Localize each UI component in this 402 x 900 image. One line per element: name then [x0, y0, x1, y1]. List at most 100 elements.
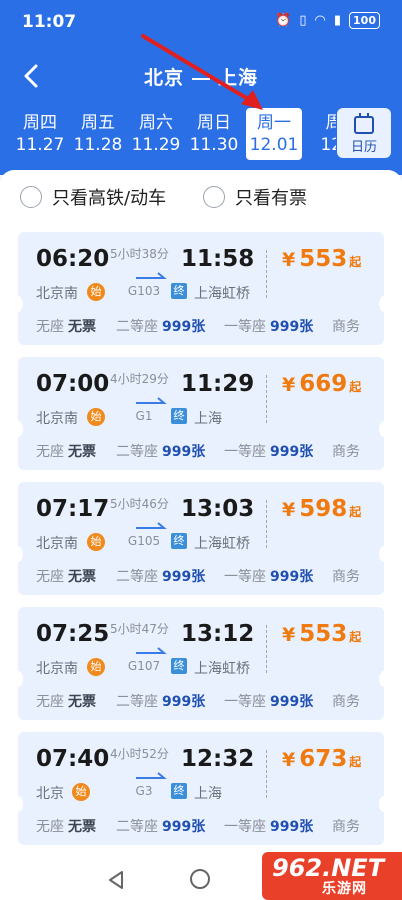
filter-has-ticket-label: 只看有票: [235, 188, 307, 209]
nav-home-icon[interactable]: [190, 869, 210, 889]
date-tab-fri[interactable]: 周五 11.28: [70, 108, 126, 160]
currency: ¥: [282, 749, 296, 771]
seat-type: 无座: [36, 569, 64, 585]
divider: [266, 500, 267, 548]
date-tab-tue[interactable]: 周 12.: [306, 108, 336, 160]
nav-back-icon[interactable]: [106, 870, 126, 890]
price-suffix: 起: [349, 630, 362, 644]
calendar-button[interactable]: 日历: [337, 108, 391, 158]
seat-type: 一等座: [224, 694, 266, 710]
date-weekday: 周: [325, 113, 337, 133]
depart-station: 北京南: [36, 536, 78, 552]
seat-availability: 999张: [270, 569, 314, 585]
seat-row: 无座 无票 二等座 999张 一等座 999张 商务: [36, 316, 376, 336]
seat-availability: 999张: [270, 444, 314, 460]
date-day: 11.30: [189, 135, 239, 155]
seat-type: 一等座: [224, 319, 266, 335]
vibrate-icon: ▯: [299, 13, 307, 28]
depart-time: 07:17: [36, 496, 110, 522]
date-day: 12.: [320, 135, 336, 155]
filter-high-speed[interactable]: 只看高铁/动车: [20, 184, 166, 210]
calendar-icon: [354, 113, 374, 134]
seat-info: 商务: [332, 691, 364, 711]
currency: ¥: [282, 374, 296, 396]
train-card[interactable]: 07:00 4小时29分 11:29 北京南始 G1 终上海 ¥669 起无座 无票 二等座 999…: [13, 357, 389, 470]
train-card[interactable]: 07:17 5小时46分 13:03 北京南始 G105 终上海虹桥 ¥598 起无座 无票 二等…: [13, 482, 389, 595]
date-weekday: 周六: [139, 113, 173, 133]
seat-type: 二等座: [116, 819, 158, 835]
calendar-label: 日历: [350, 140, 377, 155]
route-from: 北京: [143, 67, 184, 89]
end-tag: 终: [171, 283, 187, 299]
seat-type: 无座: [36, 319, 64, 335]
seat-type: 商务: [332, 819, 360, 835]
seat-type: 二等座: [116, 694, 158, 710]
train-card[interactable]: 07:40 4小时52分 12:32 北京始 G3 终上海 ¥673 起无座 无票 二等座 999张…: [13, 732, 389, 845]
price-suffix: 起: [349, 505, 362, 519]
seat-type: 商务: [332, 569, 360, 585]
seat-type: 无座: [36, 444, 64, 460]
seat-type: 二等座: [116, 569, 158, 585]
seat-availability: 无票: [68, 569, 96, 585]
price: ¥669 起: [282, 371, 361, 397]
date-tab-sun[interactable]: 周日 11.30: [186, 108, 242, 160]
start-tag: 始: [87, 283, 105, 301]
direction-arrow-icon: [136, 272, 167, 279]
arrive-time: 13:03: [181, 496, 255, 522]
seat-availability: 999张: [162, 444, 206, 460]
currency: ¥: [282, 624, 296, 646]
start-tag: 始: [87, 533, 105, 551]
wifi-icon: ◠: [314, 13, 326, 28]
radio-icon[interactable]: [203, 186, 225, 208]
currency: ¥: [282, 499, 296, 521]
price-suffix: 起: [349, 755, 362, 769]
seat-availability: 999张: [270, 819, 314, 835]
seat-availability: 999张: [270, 694, 314, 710]
seat-info: 一等座 999张: [224, 566, 313, 586]
arrive-time: 11:58: [181, 246, 255, 272]
filter-has-ticket[interactable]: 只看有票: [203, 184, 307, 210]
start-tag: 始: [87, 658, 105, 676]
date-day: 11.28: [73, 135, 123, 155]
seat-info: 一等座 999张: [224, 316, 313, 336]
top-bar: 11:07 ⏰ ▯ ◠ ▮ 100 北京 上海 周四 11.27 周五 11.28…: [0, 0, 402, 175]
arrive-station: 上海虹桥: [194, 286, 250, 302]
price: ¥598 起: [282, 496, 361, 522]
card-notch: [13, 546, 23, 562]
seat-type: 商务: [332, 444, 360, 460]
train-number: G3: [135, 784, 153, 798]
date-tab-mon-selected[interactable]: 周一 12.01: [246, 108, 302, 160]
date-tab-thu[interactable]: 周四 11.27: [12, 108, 68, 160]
date-day: 12.01: [249, 135, 299, 155]
route-to: 上海: [218, 67, 259, 89]
seat-info: 商务: [332, 566, 364, 586]
divider: [266, 750, 267, 798]
date-day: 11.27: [15, 135, 65, 155]
seat-type: 一等座: [224, 444, 266, 460]
depart-time: 07:40: [36, 746, 110, 772]
seat-row: 无座 无票 二等座 999张 一等座 999张 商务: [36, 816, 376, 836]
seat-availability: 无票: [68, 819, 96, 835]
date-day: 11.29: [131, 135, 181, 155]
radio-icon[interactable]: [20, 186, 42, 208]
date-tab-sat[interactable]: 周六 11.29: [128, 108, 184, 160]
depart-time: 07:00: [36, 371, 110, 397]
card-notch: [379, 296, 389, 312]
status-icons: ⏰ ▯ ◠ ▮ 100: [275, 12, 380, 29]
watermark-logo: 962.NET 乐游网: [262, 852, 402, 900]
seat-type: 二等座: [116, 319, 158, 335]
card-notch: [379, 421, 389, 437]
card-notch: [13, 796, 23, 812]
watermark-subtext: 乐游网: [322, 881, 367, 897]
currency: ¥: [282, 249, 296, 271]
filter-high-speed-label: 只看高铁/动车: [52, 188, 167, 209]
date-weekday: 周四: [23, 113, 57, 133]
seat-type: 一等座: [224, 569, 266, 585]
route-separator: [192, 77, 210, 80]
end-tag: 终: [171, 408, 187, 424]
seat-type: 二等座: [116, 444, 158, 460]
seat-info: 二等座 999张: [116, 566, 205, 586]
train-card[interactable]: 07:25 5小时47分 13:12 北京南始 G107 终上海虹桥 ¥553 起无座 无票 二等…: [13, 607, 389, 720]
depart-time: 06:20: [36, 246, 110, 272]
train-card[interactable]: 06:20 5小时38分 11:58 北京南始 G103 终上海虹桥 ¥553 起无座 无票 二等…: [13, 232, 389, 345]
